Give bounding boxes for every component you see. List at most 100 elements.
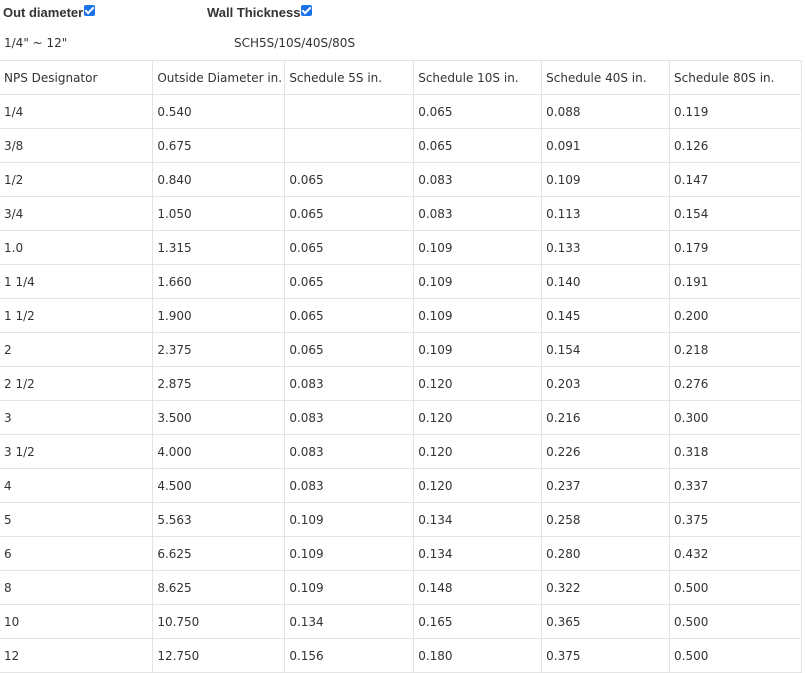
header-outside-diameter: Outside Diameter in. <box>152 60 286 95</box>
table-row: 2 1/2 2.875 0.083 0.120 0.203 0.276 <box>0 366 802 401</box>
cell-schedule-80s: 0.191 <box>669 264 802 299</box>
cell-schedule-80s: 0.147 <box>669 162 802 197</box>
cell-schedule-40s: 0.088 <box>541 94 671 129</box>
cell-schedule-10s: 0.083 <box>413 196 543 231</box>
cell-outside-diameter: 1.315 <box>152 230 286 265</box>
cell-schedule-5s: 0.083 <box>284 468 415 503</box>
table-header-row: NPS Designator Outside Diameter in. Sche… <box>0 60 802 95</box>
out-diameter-filter: Out diameter <box>3 2 96 22</box>
cell-schedule-5s: 0.109 <box>284 502 415 537</box>
table-row: 3 3.500 0.083 0.120 0.216 0.300 <box>0 400 802 435</box>
cell-schedule-5s: 0.156 <box>284 638 415 673</box>
cell-schedule-10s: 0.120 <box>413 400 543 435</box>
cell-schedule-5s: 0.083 <box>284 434 415 469</box>
cell-schedule-80s: 0.126 <box>669 128 802 163</box>
cell-outside-diameter: 2.375 <box>152 332 286 367</box>
wall-thickness-label: Wall Thickness <box>207 4 301 20</box>
table-row: 3 1/2 4.000 0.083 0.120 0.226 0.318 <box>0 434 802 469</box>
cell-schedule-40s: 0.237 <box>541 468 671 503</box>
cell-schedule-80s: 0.432 <box>669 536 802 571</box>
cell-schedule-10s: 0.065 <box>413 94 543 129</box>
cell-schedule-5s: 0.065 <box>284 298 415 333</box>
cell-schedule-40s: 0.091 <box>541 128 671 163</box>
cell-schedule-5s: 0.065 <box>284 332 415 367</box>
cell-nps: 1/2 <box>0 162 154 197</box>
cell-outside-diameter: 8.625 <box>152 570 286 605</box>
cell-nps: 1.0 <box>0 230 154 265</box>
cell-schedule-10s: 0.083 <box>413 162 543 197</box>
cell-schedule-10s: 0.148 <box>413 570 543 605</box>
cell-schedule-10s: 0.065 <box>413 128 543 163</box>
cell-schedule-40s: 0.280 <box>541 536 671 571</box>
cell-schedule-10s: 0.109 <box>413 298 543 333</box>
cell-schedule-80s: 0.200 <box>669 298 802 333</box>
cell-schedule-10s: 0.109 <box>413 264 543 299</box>
cell-schedule-80s: 0.119 <box>669 94 802 129</box>
cell-schedule-80s: 0.218 <box>669 332 802 367</box>
cell-schedule-40s: 0.322 <box>541 570 671 605</box>
cell-schedule-80s: 0.375 <box>669 502 802 537</box>
header-schedule-80s: Schedule 80S in. <box>669 60 802 95</box>
cell-outside-diameter: 4.000 <box>152 434 286 469</box>
table-row: 4 4.500 0.083 0.120 0.237 0.337 <box>0 468 802 503</box>
table-row: 6 6.625 0.109 0.134 0.280 0.432 <box>0 536 802 571</box>
cell-schedule-40s: 0.113 <box>541 196 671 231</box>
table-row: 10 10.750 0.134 0.165 0.365 0.500 <box>0 604 802 639</box>
cell-nps: 1 1/2 <box>0 298 154 333</box>
cell-schedule-5s: 0.083 <box>284 366 415 401</box>
cell-schedule-5s: 0.065 <box>284 230 415 265</box>
cell-nps: 6 <box>0 536 154 571</box>
cell-nps: 2 <box>0 332 154 367</box>
wall-thickness-range: SCH5S/10S/40S/80S <box>234 36 356 50</box>
cell-nps: 1 1/4 <box>0 264 154 299</box>
cell-schedule-40s: 0.140 <box>541 264 671 299</box>
cell-schedule-5s: 0.065 <box>284 264 415 299</box>
cell-schedule-40s: 0.154 <box>541 332 671 367</box>
cell-schedule-40s: 0.145 <box>541 298 671 333</box>
header-nps: NPS Designator <box>0 60 154 95</box>
cell-outside-diameter: 1.050 <box>152 196 286 231</box>
cell-schedule-5s: 0.065 <box>284 196 415 231</box>
table-row: 12 12.750 0.156 0.180 0.375 0.500 <box>0 638 802 673</box>
cell-schedule-80s: 0.300 <box>669 400 802 435</box>
cell-schedule-10s: 0.180 <box>413 638 543 673</box>
cell-schedule-40s: 0.365 <box>541 604 671 639</box>
cell-schedule-80s: 0.179 <box>669 230 802 265</box>
table-body: 1/4 0.540 0.065 0.088 0.119 3/8 0.675 0.065 0.09… <box>0 94 802 673</box>
table-row: 1.0 1.315 0.065 0.109 0.133 0.179 <box>0 230 802 265</box>
cell-outside-diameter: 3.500 <box>152 400 286 435</box>
header-schedule-5s: Schedule 5S in. <box>284 60 415 95</box>
wall-thickness-checkbox[interactable] <box>301 4 313 16</box>
table-row: 1/2 0.840 0.065 0.083 0.109 0.147 <box>0 162 802 197</box>
cell-schedule-10s: 0.109 <box>413 230 543 265</box>
cell-nps: 10 <box>0 604 154 639</box>
cell-outside-diameter: 12.750 <box>152 638 286 673</box>
table-row: 3/8 0.675 0.065 0.091 0.126 <box>0 128 802 163</box>
cell-outside-diameter: 2.875 <box>152 366 286 401</box>
cell-schedule-80s: 0.154 <box>669 196 802 231</box>
cell-schedule-5s <box>284 94 415 129</box>
header-schedule-40s: Schedule 40S in. <box>541 60 671 95</box>
cell-nps: 1/4 <box>0 94 154 129</box>
cell-schedule-10s: 0.120 <box>413 468 543 503</box>
out-diameter-checkbox[interactable] <box>84 4 96 16</box>
cell-schedule-40s: 0.133 <box>541 230 671 265</box>
cell-schedule-40s: 0.258 <box>541 502 671 537</box>
cell-schedule-5s: 0.065 <box>284 162 415 197</box>
cell-outside-diameter: 0.840 <box>152 162 286 197</box>
cell-schedule-40s: 0.375 <box>541 638 671 673</box>
cell-nps: 12 <box>0 638 154 673</box>
cell-schedule-10s: 0.134 <box>413 536 543 571</box>
table-row: 5 5.563 0.109 0.134 0.258 0.375 <box>0 502 802 537</box>
cell-nps: 4 <box>0 468 154 503</box>
cell-nps: 3 1/2 <box>0 434 154 469</box>
table-row: 3/4 1.050 0.065 0.083 0.113 0.154 <box>0 196 802 231</box>
out-diameter-range: 1/4" ~ 12" <box>4 36 68 50</box>
pipe-dimensions-table: NPS Designator Outside Diameter in. Sche… <box>0 60 802 673</box>
cell-outside-diameter: 5.563 <box>152 502 286 537</box>
table-row: 2 2.375 0.065 0.109 0.154 0.218 <box>0 332 802 367</box>
cell-schedule-5s: 0.109 <box>284 536 415 571</box>
cell-outside-diameter: 0.540 <box>152 94 286 129</box>
cell-nps: 3/4 <box>0 196 154 231</box>
table-row: 1 1/4 1.660 0.065 0.109 0.140 0.191 <box>0 264 802 299</box>
